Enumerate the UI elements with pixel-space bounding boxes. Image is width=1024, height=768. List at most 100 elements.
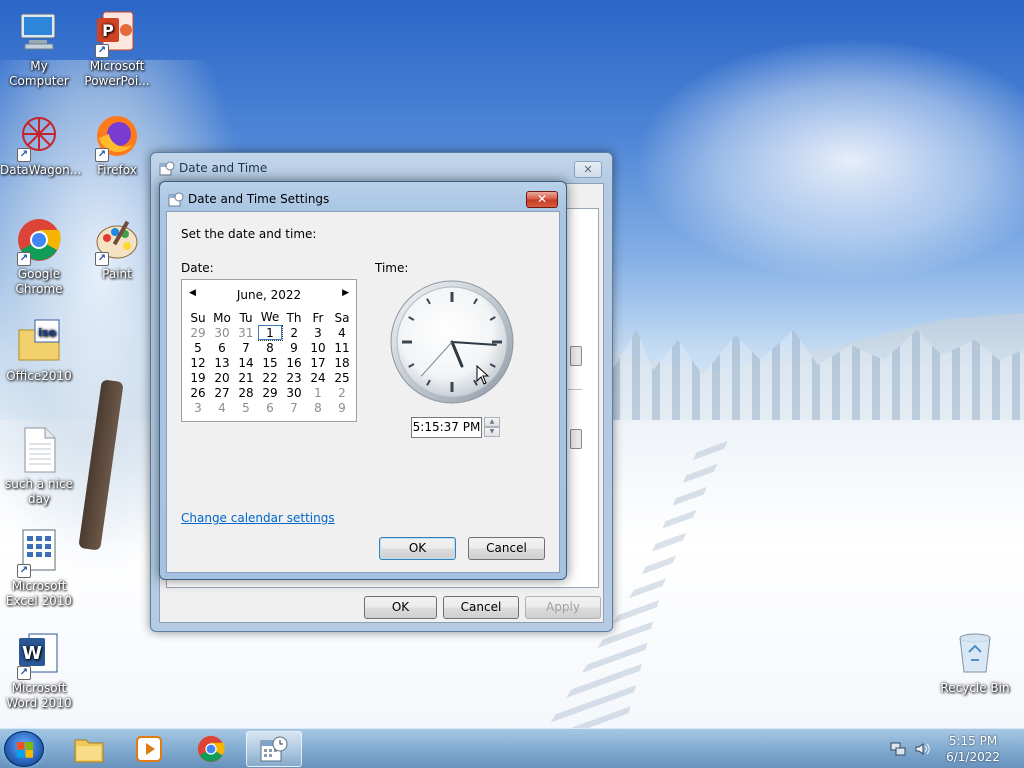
calendar-day[interactable]: 20	[210, 370, 234, 385]
next-month-button[interactable]: ▶	[342, 288, 349, 298]
spin-down-icon[interactable]: ▼	[484, 427, 500, 437]
taskbar-date: 6/1/2022	[946, 750, 1000, 764]
calendar-day[interactable]: 21	[234, 370, 258, 385]
calendar-day[interactable]: 29	[258, 385, 282, 400]
calendar-day[interactable]: 4	[330, 325, 354, 340]
cancel-button[interactable]: Cancel	[468, 537, 545, 560]
weekday-header: Mo	[213, 310, 231, 325]
weekday-header: Sa	[334, 310, 350, 325]
close-button[interactable]: ✕	[526, 191, 558, 208]
calendar-day[interactable]: 1	[257, 324, 283, 341]
calendar-day[interactable]: 30	[282, 385, 306, 400]
calendar-day[interactable]: 11	[330, 340, 354, 355]
calendar[interactable]: ◀ June, 2022 ▶ Su Mo Tu We Th Fr Sa 29 30 31 1 2 3 4…	[181, 279, 357, 422]
ok-button[interactable]: OK	[379, 537, 456, 560]
calendar-clock-icon	[168, 192, 184, 208]
calendar-day[interactable]: 5	[186, 340, 210, 355]
calendar-day[interactable]: 23	[282, 370, 306, 385]
desktop-icon-my-computer[interactable]: My Computer	[0, 8, 78, 89]
taskbar-date-time-button[interactable]	[246, 731, 302, 767]
network-icon[interactable]	[890, 741, 906, 757]
calendar-day[interactable]: 31	[234, 325, 258, 340]
desktop-icon-excel[interactable]: ↗ Microsoft Excel 2010	[0, 528, 78, 609]
apply-button[interactable]: Apply	[525, 596, 601, 619]
shortcut-arrow-icon: ↗	[95, 148, 109, 162]
taskbar: 5:15 PM 6/1/2022	[0, 728, 1024, 768]
svg-text:P: P	[102, 21, 114, 40]
spin-up-icon[interactable]: ▲	[484, 417, 500, 427]
calendar-day[interactable]: 10	[306, 340, 330, 355]
time-input[interactable]: 5:15:37 PM	[411, 417, 482, 438]
chrome-icon	[197, 735, 225, 763]
calendar-day[interactable]: 15	[258, 355, 282, 370]
taskbar-media-player-button[interactable]	[122, 731, 178, 767]
calendar-day[interactable]: 24	[306, 370, 330, 385]
change-date-button-edge[interactable]	[570, 346, 582, 366]
calendar-day[interactable]: 6	[258, 400, 282, 415]
datawagon-icon: ↗	[15, 112, 63, 162]
calendar-day[interactable]: 2	[282, 325, 306, 340]
desktop-icon-text-file[interactable]: such a nice day	[0, 426, 78, 507]
volume-icon[interactable]	[914, 741, 930, 757]
calendar-grid: Su Mo Tu We Th Fr Sa 29 30 31 1 2 3 4 5 6 7 8 9 10 11 12 13 14…	[186, 310, 354, 415]
cancel-button[interactable]: Cancel	[443, 596, 519, 619]
calendar-day[interactable]: 3	[186, 400, 210, 415]
calendar-day[interactable]: 8	[306, 400, 330, 415]
desktop-icon-label: Google Chrome	[15, 267, 63, 296]
desktop-icon-paint[interactable]: ↗ Paint	[78, 216, 156, 282]
calendar-day[interactable]: 18	[330, 355, 354, 370]
windows-logo-icon	[17, 742, 33, 758]
ok-button[interactable]: OK	[364, 596, 437, 619]
desktop-icon-label: Microsoft Word 2010	[6, 681, 72, 710]
calendar-day[interactable]: 14	[234, 355, 258, 370]
folder-icon: iso	[15, 318, 63, 366]
calendar-day[interactable]: 5	[234, 400, 258, 415]
excel-icon: ↗	[15, 528, 63, 578]
calendar-day[interactable]: 2	[330, 385, 354, 400]
calendar-day[interactable]: 9	[282, 340, 306, 355]
calendar-day[interactable]: 28	[234, 385, 258, 400]
desktop-icon-firefox[interactable]: ↗ Firefox	[78, 112, 156, 178]
change-calendar-settings-link[interactable]: Change calendar settings	[181, 511, 335, 525]
calendar-day[interactable]: 7	[234, 340, 258, 355]
calendar-day[interactable]: 19	[186, 370, 210, 385]
calendar-day[interactable]: 4	[210, 400, 234, 415]
taskbar-time: 5:15 PM	[948, 734, 998, 748]
calendar-day[interactable]: 1	[306, 385, 330, 400]
change-timezone-button-edge[interactable]	[570, 429, 582, 449]
calendar-day[interactable]: 29	[186, 325, 210, 340]
calendar-day[interactable]: 12	[186, 355, 210, 370]
desktop-icon-word[interactable]: W ↗ Microsoft Word 2010	[0, 630, 78, 711]
calendar-day[interactable]: 16	[282, 355, 306, 370]
calendar-day[interactable]: 30	[210, 325, 234, 340]
calendar-day[interactable]: 8	[258, 340, 282, 355]
calendar-day[interactable]: 17	[306, 355, 330, 370]
calendar-day[interactable]: 27	[210, 385, 234, 400]
calendar-day[interactable]: 7	[282, 400, 306, 415]
chrome-icon: ↗	[15, 216, 63, 266]
desktop-icon-google-chrome[interactable]: ↗ Google Chrome	[0, 216, 78, 297]
time-spinner[interactable]: ▲ ▼	[484, 417, 500, 438]
desktop-icon-office2010[interactable]: iso Office2010	[0, 318, 78, 384]
desktop-icon-label: Firefox	[97, 163, 137, 177]
desktop-icon-powerpoint[interactable]: P ↗ Microsoft PowerPoi...	[78, 8, 156, 89]
computer-icon	[15, 8, 63, 56]
calendar-day[interactable]: 26	[186, 385, 210, 400]
taskbar-clock[interactable]: 5:15 PM 6/1/2022	[946, 733, 1000, 765]
shortcut-arrow-icon: ↗	[17, 564, 31, 578]
taskbar-chrome-button[interactable]	[184, 731, 240, 767]
desktop-icon-datawagon[interactable]: ↗ DataWagon...	[0, 112, 81, 178]
desktop-icon-recycle-bin[interactable]: Recycle Bin	[936, 630, 1014, 696]
close-button[interactable]: ✕	[574, 161, 602, 178]
desktop-icon-label: My Computer	[9, 59, 69, 88]
system-tray: 5:15 PM 6/1/2022	[874, 729, 1024, 768]
start-button[interactable]	[4, 731, 44, 767]
calendar-day[interactable]: 3	[306, 325, 330, 340]
calendar-day[interactable]: 6	[210, 340, 234, 355]
calendar-day[interactable]: 9	[330, 400, 354, 415]
calendar-month-year[interactable]: June, 2022	[182, 288, 356, 302]
taskbar-explorer-button[interactable]	[62, 731, 118, 767]
calendar-day[interactable]: 22	[258, 370, 282, 385]
calendar-day[interactable]: 13	[210, 355, 234, 370]
calendar-day[interactable]: 25	[330, 370, 354, 385]
